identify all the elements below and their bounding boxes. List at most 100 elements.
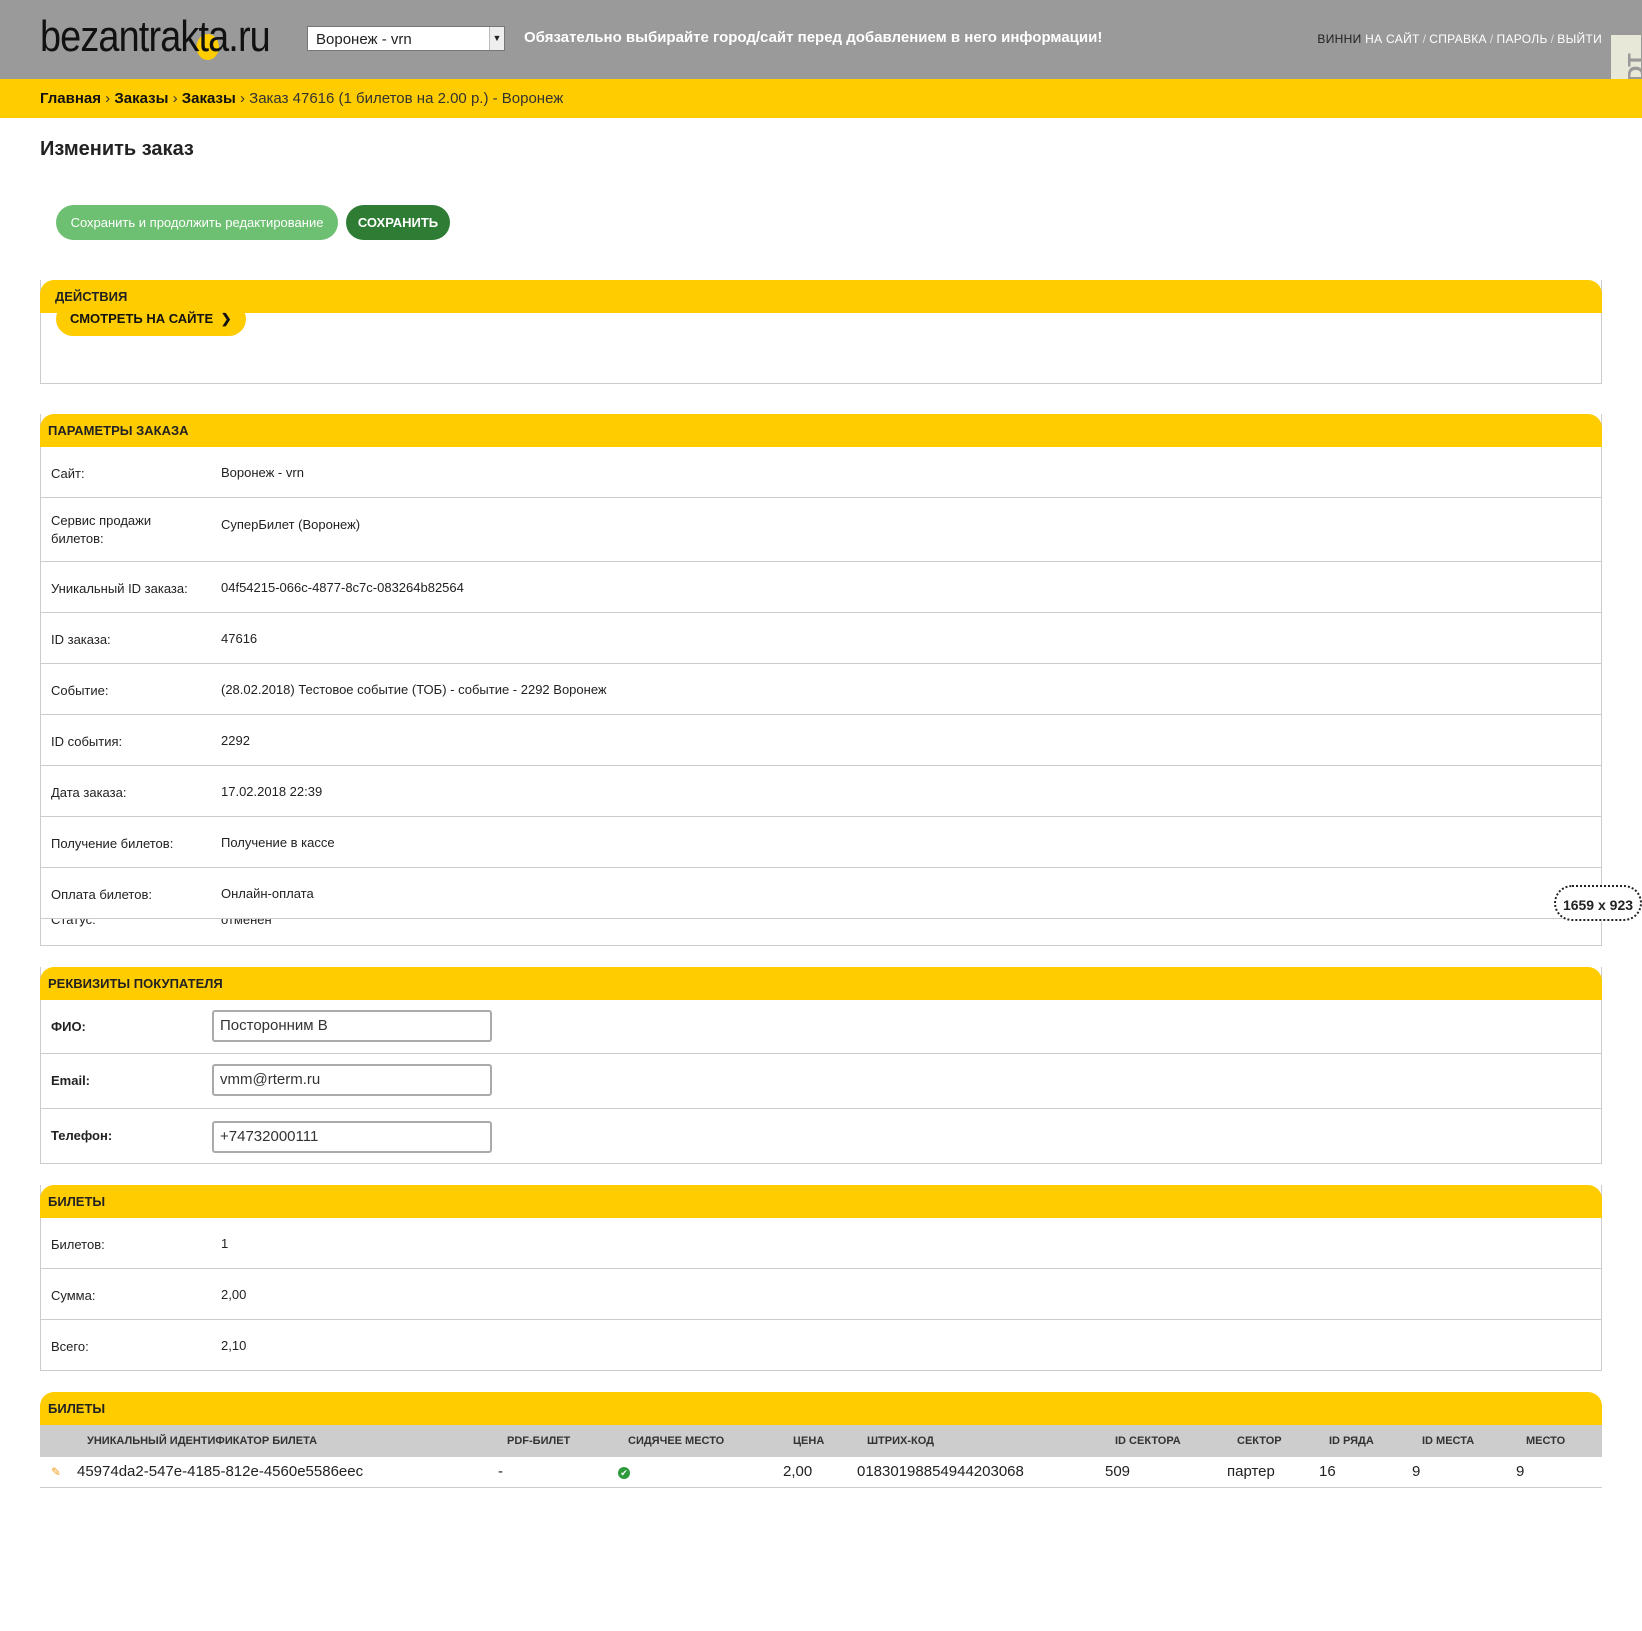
param-label: Сервис продажи билетов: [51,513,152,546]
order-params-fieldset: ПАРАМЕТРЫ ЗАКАЗА Сайт: Воронеж - vrn Сер… [40,414,1602,946]
param-row: Уникальный ID заказа: 04f54215-066c-4877… [41,562,1601,613]
chevron-down-icon: ▼ [489,27,504,50]
param-row: Оплата билетов: Онлайн-оплата [41,868,1601,919]
actions-fieldset: ДЕЙСТВИЯ СМОТРЕТЬ НА САЙТЕ ❯ [40,280,1602,384]
col-seat: МЕСТО [1526,1435,1566,1447]
logo-text-a: bezantrak [40,12,199,61]
summary-label: Всего: [51,1339,89,1354]
param-label: Событие: [51,683,109,698]
customer-fieldset: РЕКВИЗИТЫ ПОКУПАТЕЛЯ ФИО: Посторонним В … [40,967,1602,1164]
param-label: Уникальный ID заказа: [51,581,188,596]
breadcrumb-model[interactable]: Заказы [182,90,236,107]
param-label: ID события: [51,734,123,749]
param-value: (28.02.2018) Тестовое событие (ТОБ) - со… [221,682,607,697]
window-size-tag: 1659 x 923 [1554,885,1642,921]
col-sector-id: ID СЕКТОРА [1115,1435,1181,1447]
summary-value: 2,10 [221,1338,247,1353]
param-row: Событие: (28.02.2018) Тестовое событие (… [41,664,1601,715]
param-row: ID заказа: 47616 [41,613,1601,664]
param-row: Сайт: Воронеж - vrn [41,447,1601,498]
param-value: Воронеж - vrn [221,465,304,480]
param-label: ID заказа: [51,632,111,647]
param-value: отменен [221,919,272,927]
fio-field[interactable]: Посторонним В [212,1010,492,1042]
param-value: 47616 [221,631,258,646]
ticket-seat-id: 9 [1412,1463,1421,1480]
breadcrumb-current: Заказ 47616 (1 билетов на 2.00 р.) - Вор… [249,90,564,107]
customer-title: РЕКВИЗИТЫ ПОКУПАТЕЛЯ [40,967,1602,1000]
user-tools: ВИННИ НА САЙТ / СПРАВКА / ПАРОЛЬ / ВЫЙТИ [1317,32,1602,46]
ticket-barcode: 01830198854944203068 [857,1463,1024,1480]
password-link[interactable]: ПАРОЛЬ [1497,32,1548,46]
separator: / [1422,32,1427,46]
tickets-summary-fieldset: БИЛЕТЫ Билетов: 1 Сумма: 2,00 Всего: 2,1… [40,1185,1602,1371]
ticket-pdf: - [498,1463,503,1480]
site-warning: Обязательно выбирайте город/сайт перед д… [524,29,1103,46]
summary-label: Билетов: [51,1237,105,1252]
top-header: bezantrak t a.ru Воронеж - vrn ▼ Обязатель… [0,0,1642,79]
breadcrumb-app[interactable]: Заказы [114,90,168,107]
param-value: 04f54215-066c-4877-8c7c-083264b82564 [221,580,464,595]
col-seated: СИДЯЧЕЕ МЕСТО [628,1435,725,1447]
logo-text-c: a.ru [208,12,271,61]
col-seat-id: ID МЕСТА [1422,1435,1475,1447]
param-row: Дата заказа: 17.02.2018 22:39 [41,766,1601,817]
username: ВИННИ [1317,32,1362,46]
pencil-icon[interactable]: ✎ [51,1465,61,1479]
page-title: Изменить заказ [40,138,194,160]
site-select[interactable]: Воронеж - vrn ▼ [307,26,505,51]
phone-field[interactable]: +74732000111 [212,1121,492,1153]
param-value: 2292 [221,733,250,748]
ticket-sector: партер [1227,1463,1275,1480]
tickets-table-title: БИЛЕТЫ [40,1392,1602,1425]
tickets-summary-title: БИЛЕТЫ [40,1185,1602,1218]
summary-row: Сумма: 2,00 [41,1269,1601,1320]
summary-value: 2,00 [221,1287,247,1302]
col-pdf: PDF-БИЛЕТ [507,1435,571,1447]
email-field[interactable]: vmm@rterm.ru [212,1064,492,1096]
summary-row: Всего: 2,10 [41,1320,1601,1370]
site-logo[interactable]: bezantrak t a.ru [40,10,271,62]
param-value: Онлайн-оплата [221,886,314,901]
param-row: Получение билетов: Получение в кассе [41,817,1601,868]
ticket-row-id: 16 [1319,1463,1336,1480]
table-row[interactable]: ✎ 45974da2-547e-4185-812e-4560e5586eec -… [40,1457,1602,1488]
customer-row: ФИО: Посторонним В [41,1000,1601,1054]
check-icon: ✔ [618,1467,630,1479]
tickets-table-fieldset: БИЛЕТЫ УНИКАЛЬНЫЙ ИДЕНТИФИКАТОР БИЛЕТА P… [40,1392,1602,1488]
customer-row: Email: vmm@rterm.ru [41,1054,1601,1109]
view-on-site-button[interactable]: СМОТРЕТЬ НА САЙТЕ ❯ [56,302,246,336]
breadcrumb: Главная › Заказы › Заказы › Заказ 47616 … [0,79,1642,118]
order-params-title: ПАРАМЕТРЫ ЗАКАЗА [40,414,1602,447]
summary-value: 1 [221,1236,229,1251]
view-site-link[interactable]: НА САЙТ [1365,32,1419,46]
param-label: Получение билетов: [51,836,174,851]
customer-row: Телефон: +74732000111 [41,1109,1601,1164]
save-continue-button[interactable]: Сохранить и продолжить редактирование [56,205,338,240]
separator: / [1489,32,1494,46]
save-button[interactable]: СОХРАНИТЬ [346,205,450,240]
help-link[interactable]: СПРАВКА [1429,32,1487,46]
actions-title: ДЕЙСТВИЯ [40,280,1602,313]
param-label: Сайт: [51,466,85,481]
ticket-uid: 45974da2-547e-4185-812e-4560e5586eec [77,1463,364,1480]
separator: / [1550,32,1555,46]
summary-row: Билетов: 1 [41,1218,1601,1269]
table-header: УНИКАЛЬНЫЙ ИДЕНТИФИКАТОР БИЛЕТА PDF-БИЛЕ… [40,1425,1602,1457]
param-label: Оплата билетов: [51,887,152,902]
chevron-right-icon: ❯ [220,311,232,326]
logo-text-b: t [196,12,220,61]
ticket-price: 2,00 [783,1463,813,1480]
col-sector: СЕКТОР [1237,1435,1282,1447]
view-on-site-label: СМОТРЕТЬ НА САЙТЕ [70,311,214,326]
logout-link[interactable]: ВЫЙТИ [1557,32,1602,46]
fio-label: ФИО: [51,1019,86,1034]
col-price: ЦЕНА [793,1435,825,1447]
param-row-clipped: Статус: отменен [41,919,1601,943]
summary-label: Сумма: [51,1288,96,1303]
site-select-value: Воронеж - vrn [316,31,412,48]
col-uid: УНИКАЛЬНЫЙ ИДЕНТИФИКАТОР БИЛЕТА [87,1435,318,1447]
param-value: 17.02.2018 22:39 [221,784,323,799]
breadcrumb-home[interactable]: Главная [40,90,101,107]
param-label: Дата заказа: [51,785,127,800]
